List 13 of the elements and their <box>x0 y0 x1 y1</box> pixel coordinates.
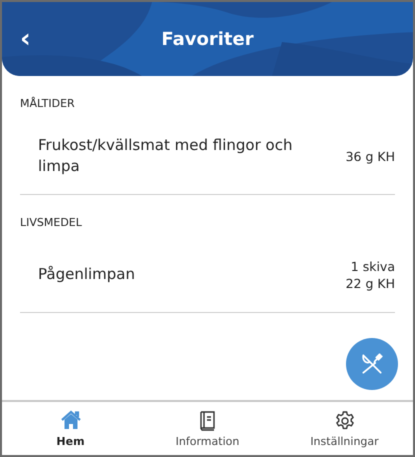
section-heading: LIVSMEDEL <box>20 214 83 230</box>
add-meal-button[interactable] <box>346 338 398 390</box>
nav-tab[interactable]: Inställningar <box>276 402 413 455</box>
item-amount: 36 g KH <box>346 148 395 164</box>
section-heading: MÅLTIDER <box>20 96 76 112</box>
nav-tab[interactable]: Information <box>139 402 276 455</box>
item-name[interactable]: Frukost/kvällsmat med flingor och limpa <box>38 135 308 177</box>
item-amount: 1 skiva <box>350 258 395 274</box>
item-amount: 22 g KH <box>346 274 395 292</box>
item-name[interactable]: Pågenlimpan <box>38 264 135 285</box>
nav-tab[interactable]: Hem <box>2 402 139 455</box>
page-title: Favoriter <box>161 28 254 52</box>
back-button[interactable]: ‹ <box>20 26 31 52</box>
